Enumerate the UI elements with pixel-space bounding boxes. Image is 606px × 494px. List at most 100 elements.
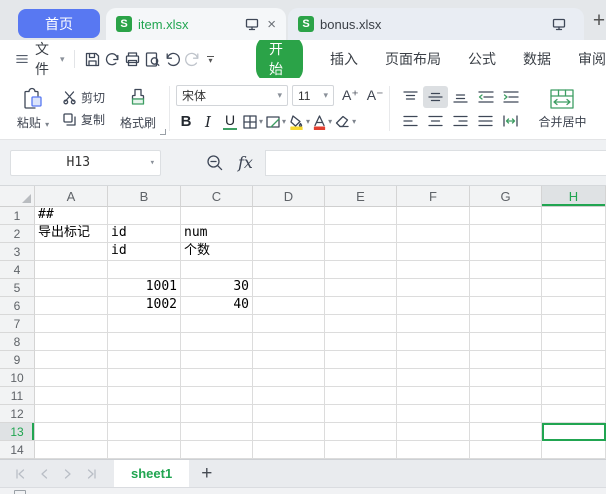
cell-H13[interactable] xyxy=(542,423,606,441)
cell-G5[interactable] xyxy=(470,279,542,297)
file-menu[interactable]: 文件 xyxy=(35,39,56,79)
cell-D10[interactable] xyxy=(253,369,325,387)
col-header-E[interactable]: E xyxy=(325,186,397,207)
cell-A7[interactable] xyxy=(35,315,108,333)
cell-E1[interactable] xyxy=(325,207,397,225)
monitor-icon[interactable] xyxy=(552,18,566,31)
ribbon-tab-review[interactable]: 审阅 xyxy=(578,49,606,69)
cell-B8[interactable] xyxy=(108,333,181,351)
cell-A4[interactable] xyxy=(35,261,108,279)
last-sheet-icon[interactable] xyxy=(86,468,98,480)
cell-D3[interactable] xyxy=(253,243,325,261)
new-tab-button[interactable]: + xyxy=(589,9,606,33)
cut-button[interactable]: 剪切 xyxy=(62,88,105,108)
cell-B11[interactable] xyxy=(108,387,181,405)
cell-A10[interactable] xyxy=(35,369,108,387)
cell-H8[interactable] xyxy=(542,333,606,351)
cell-C9[interactable] xyxy=(181,351,253,369)
cell-D7[interactable] xyxy=(253,315,325,333)
cell-A13[interactable] xyxy=(35,423,108,441)
insert-function-button[interactable]: fx xyxy=(238,153,253,172)
first-sheet-icon[interactable] xyxy=(14,468,26,480)
cell-B7[interactable] xyxy=(108,315,181,333)
col-header-D[interactable]: D xyxy=(253,186,325,207)
cell-G6[interactable] xyxy=(470,297,542,315)
monitor-icon[interactable] xyxy=(245,18,259,31)
cell-F3[interactable] xyxy=(397,243,470,261)
copy-button[interactable]: 复制 xyxy=(62,110,105,130)
cell-F12[interactable] xyxy=(397,405,470,423)
group-dialog-launcher[interactable] xyxy=(160,129,166,135)
zoom-search-icon[interactable] xyxy=(206,154,224,172)
row-header-6[interactable]: 6 xyxy=(0,297,35,315)
cell-D2[interactable] xyxy=(253,225,325,243)
cell-H5[interactable] xyxy=(542,279,606,297)
col-header-C[interactable]: C xyxy=(181,186,253,207)
bold-button[interactable]: B xyxy=(176,111,196,133)
close-icon[interactable]: × xyxy=(267,16,276,33)
row-header-10[interactable]: 10 xyxy=(0,369,35,387)
cell-C8[interactable] xyxy=(181,333,253,351)
col-header-H[interactable]: H xyxy=(542,186,606,207)
cell-A5[interactable] xyxy=(35,279,108,297)
cell-A14[interactable] xyxy=(35,441,108,459)
font-size-select[interactable]: 11 ▾ xyxy=(292,85,334,106)
cell-G4[interactable] xyxy=(470,261,542,279)
cell-F10[interactable] xyxy=(397,369,470,387)
cell-H11[interactable] xyxy=(542,387,606,405)
cell-E9[interactable] xyxy=(325,351,397,369)
cell-F7[interactable] xyxy=(397,315,470,333)
align-center-button[interactable] xyxy=(423,110,448,132)
row-header-3[interactable]: 3 xyxy=(0,243,35,261)
tab-bonus-xlsx[interactable]: S bonus.xlsx xyxy=(288,8,584,40)
cell-G1[interactable] xyxy=(470,207,542,225)
tab-item-xlsx[interactable]: S item.xlsx × xyxy=(106,8,286,40)
chevron-down-icon[interactable]: ▾ xyxy=(60,54,65,65)
row-header-13[interactable]: 13 xyxy=(0,423,35,441)
cell-B4[interactable] xyxy=(108,261,181,279)
cell-D14[interactable] xyxy=(253,441,325,459)
cell-E10[interactable] xyxy=(325,369,397,387)
cell-B5[interactable]: 1001 xyxy=(108,279,181,297)
cell-C12[interactable] xyxy=(181,405,253,423)
cell-F8[interactable] xyxy=(397,333,470,351)
align-middle-button[interactable] xyxy=(423,86,448,108)
cell-E4[interactable] xyxy=(325,261,397,279)
cell-C10[interactable] xyxy=(181,369,253,387)
cell-C11[interactable] xyxy=(181,387,253,405)
col-header-F[interactable]: F xyxy=(397,186,470,207)
cell-C5[interactable]: 30 xyxy=(181,279,253,297)
col-header-A[interactable]: A xyxy=(35,186,108,207)
cell-H4[interactable] xyxy=(542,261,606,279)
cell-A1[interactable]: ## xyxy=(35,207,108,225)
borders-button[interactable]: ▾ xyxy=(242,111,263,133)
select-all-corner[interactable] xyxy=(0,186,35,207)
font-name-select[interactable]: 宋体 ▾ xyxy=(176,85,288,106)
col-header-G[interactable]: G xyxy=(470,186,542,207)
underline-button[interactable]: U xyxy=(220,111,240,133)
cell-B10[interactable] xyxy=(108,369,181,387)
fill-color-button[interactable]: ▾ xyxy=(288,111,310,133)
undo-button[interactable] xyxy=(163,47,181,71)
redo-button[interactable] xyxy=(183,47,201,71)
cell-D4[interactable] xyxy=(253,261,325,279)
cell-D11[interactable] xyxy=(253,387,325,405)
cell-E3[interactable] xyxy=(325,243,397,261)
merge-center-button[interactable]: 合并居中 xyxy=(533,78,591,139)
cell-C14[interactable] xyxy=(181,441,253,459)
toolbar-more-button[interactable]: ▾ xyxy=(207,56,214,63)
cell-H7[interactable] xyxy=(542,315,606,333)
formula-input[interactable] xyxy=(265,150,606,176)
cell-E14[interactable] xyxy=(325,441,397,459)
cell-B3[interactable]: id xyxy=(108,243,181,261)
row-header-4[interactable]: 4 xyxy=(0,261,35,279)
cell-F13[interactable] xyxy=(397,423,470,441)
cell-E12[interactable] xyxy=(325,405,397,423)
row-header-11[interactable]: 11 xyxy=(0,387,35,405)
cell-D12[interactable] xyxy=(253,405,325,423)
cell-F2[interactable] xyxy=(397,225,470,243)
paste-button[interactable]: 粘贴 ▾ xyxy=(10,78,56,139)
row-header-1[interactable]: 1 xyxy=(0,207,35,225)
name-box[interactable]: H13 ▾ xyxy=(10,150,161,176)
cell-H1[interactable] xyxy=(542,207,606,225)
